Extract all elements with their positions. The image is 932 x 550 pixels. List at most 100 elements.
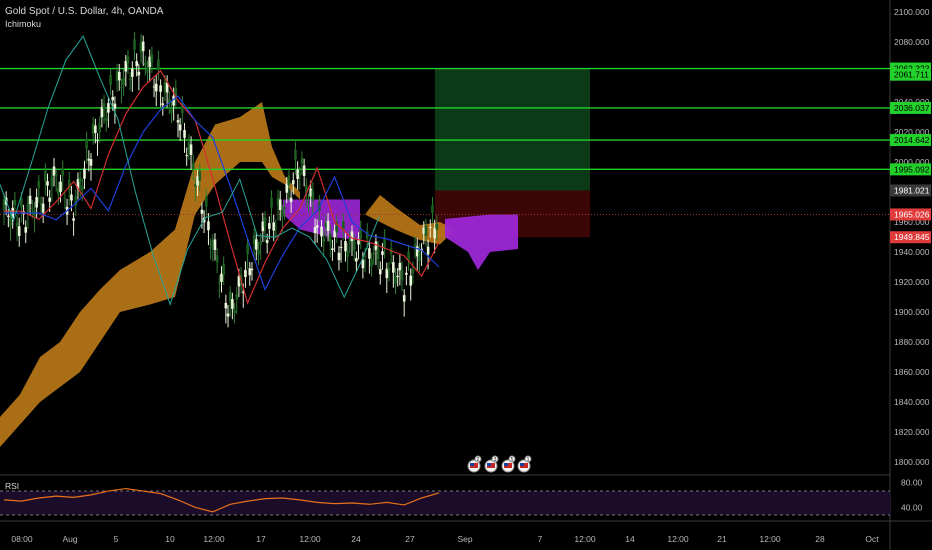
x-tick-label: 12:00 <box>203 534 225 544</box>
candle-body <box>176 120 180 123</box>
y-tick-label: 1820.000 <box>894 427 930 437</box>
candle-body <box>307 201 310 203</box>
candle-body <box>150 54 154 63</box>
candle-body <box>320 226 323 237</box>
candle-body <box>426 246 430 255</box>
x-tick-label: 08:00 <box>11 534 33 544</box>
rsi-tick-label: 80.00 <box>901 477 923 487</box>
candle-body <box>154 83 158 92</box>
candle-body <box>429 226 432 228</box>
candle-body <box>355 258 358 262</box>
candle-body <box>120 87 123 89</box>
candle-body <box>135 61 138 67</box>
candle-body <box>94 125 97 133</box>
symbol-title: Gold Spot / U.S. Dollar, 4h, OANDA <box>5 6 164 17</box>
candle-body <box>378 269 382 275</box>
candle-body <box>133 39 136 50</box>
indicator-label[interactable]: Ichimoku <box>5 19 41 29</box>
candle-body <box>213 239 217 250</box>
candle-body <box>233 309 236 313</box>
candle-body <box>372 252 376 255</box>
rsi-band <box>0 491 890 515</box>
price-tag-label: 1995.092 <box>894 164 930 174</box>
candle-body <box>342 220 345 230</box>
candle-body <box>146 67 149 73</box>
candle-body <box>315 225 319 228</box>
y-tick-label: 2100.000 <box>894 7 930 17</box>
y-tick-label: 1840.000 <box>894 397 930 407</box>
candle-body <box>352 240 356 251</box>
price-chart[interactable]: 2100.0002080.0002060.0002040.0002020.000… <box>0 0 932 550</box>
candle-body <box>26 203 30 214</box>
candle-body <box>159 85 162 92</box>
price-tag-label: 2036.037 <box>894 103 930 113</box>
candle-body <box>109 75 112 85</box>
price-tag-label: 1981.021 <box>894 185 930 195</box>
candle-body <box>54 174 58 177</box>
candle-body <box>24 227 28 233</box>
candle-body <box>278 199 282 210</box>
candle-body <box>311 190 315 201</box>
candle-body <box>178 124 182 131</box>
candle-body <box>424 225 428 237</box>
candle-body <box>13 199 17 205</box>
candle-body <box>331 248 334 251</box>
candle-body <box>185 155 188 157</box>
candle-body <box>409 275 413 286</box>
y-tick-label: 1940.000 <box>894 247 930 257</box>
candle-body <box>376 248 380 259</box>
candle-body <box>302 165 306 176</box>
price-tag-label: 1949.845 <box>894 232 930 242</box>
candle-body <box>294 149 297 160</box>
y-tick-label: 1800.000 <box>894 457 930 467</box>
event-count: 1 <box>527 457 530 463</box>
candle-body <box>35 197 38 208</box>
x-tick-label: 12:00 <box>667 534 689 544</box>
flag-canton <box>504 463 508 466</box>
candle-body <box>98 123 101 133</box>
flag-canton <box>470 463 474 466</box>
candle-body <box>9 217 12 226</box>
candle-body <box>204 196 208 207</box>
x-tick-label: Aug <box>62 534 77 544</box>
candle-body <box>259 241 262 245</box>
x-tick-label: 5 <box>114 534 119 544</box>
candle-body <box>405 272 408 275</box>
candle-body <box>322 238 326 243</box>
candle-body <box>102 103 106 109</box>
candle-body <box>30 207 34 209</box>
candle-body <box>104 117 108 121</box>
target-zone <box>435 68 590 191</box>
x-tick-label: 12:00 <box>299 534 321 544</box>
candle-body <box>15 222 19 227</box>
candle-body <box>113 103 117 109</box>
candle-body <box>313 227 317 234</box>
candle-body <box>300 157 304 164</box>
y-tick-label: 1880.000 <box>894 337 930 347</box>
candle-body <box>250 268 254 271</box>
candle-body <box>59 181 62 193</box>
candle-body <box>344 240 347 252</box>
candle-body <box>268 223 271 229</box>
candle-body <box>126 56 130 64</box>
candle-body <box>117 71 121 81</box>
candle-body <box>350 231 354 241</box>
candle-body <box>298 172 302 175</box>
candle-body <box>48 197 51 202</box>
price-tag-label: 1965.026 <box>894 209 930 219</box>
candle-body <box>337 252 341 261</box>
rsi-label[interactable]: RSI <box>5 481 19 491</box>
candle-body <box>257 249 260 255</box>
x-tick-label: 17 <box>256 534 266 544</box>
candle-body <box>17 226 21 236</box>
candle-body <box>326 220 330 231</box>
y-tick-label: 2080.000 <box>894 37 930 47</box>
y-tick-label: 1860.000 <box>894 367 930 377</box>
x-tick-label: 7 <box>538 534 543 544</box>
candle-body <box>370 259 373 267</box>
candle-body <box>346 251 349 257</box>
candle-body <box>189 144 193 155</box>
candle-body <box>28 195 32 204</box>
x-tick-label: 12:00 <box>574 534 596 544</box>
candle-body <box>41 203 45 213</box>
